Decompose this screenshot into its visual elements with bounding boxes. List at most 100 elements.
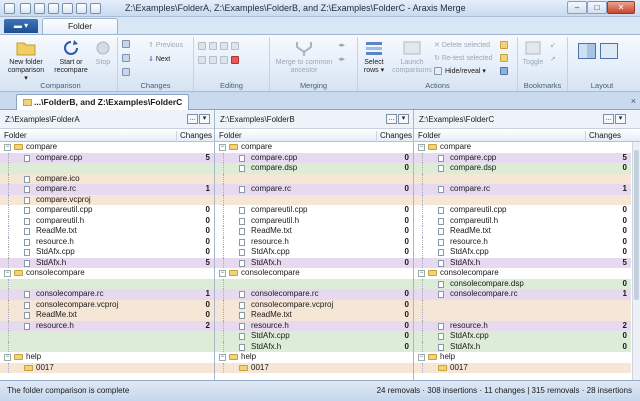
folder-row[interactable]: − compare [215,142,413,153]
changes-column-header[interactable]: Changes [376,131,412,140]
file-row[interactable]: StdAfx.h 5 [414,257,631,268]
file-row[interactable] [414,194,631,205]
path-field[interactable]: Z:\Examples\FolderA [5,115,80,124]
file-row[interactable]: ReadMe.txt 0 [0,310,214,321]
path-dropdown-button[interactable]: ▾ [615,114,626,124]
folder-row[interactable]: − compare [414,142,631,153]
file-row[interactable]: StdAfx.cpp 0 [215,247,413,258]
close-button[interactable]: ✕ [607,1,635,14]
file-row[interactable]: compare.dsp 0 [215,163,413,174]
file-row[interactable]: resource.h 0 [215,320,413,331]
edit-icon[interactable] [198,56,206,64]
folder-column-header[interactable]: Folder [219,131,242,140]
expand-collapse-icon[interactable]: − [4,144,11,151]
file-row[interactable]: compare.ico [0,173,214,184]
changes-column-header[interactable]: Changes [585,131,621,140]
expand-collapse-icon[interactable]: − [418,354,425,361]
file-row[interactable]: resource.h 2 [414,320,631,331]
vertical-scrollbar[interactable] [632,142,640,380]
report-icon[interactable] [500,67,511,75]
file-row[interactable]: compare.rc 0 [215,184,413,195]
merge-to-common-ancestor-button[interactable]: Merge to common ancestor [274,39,334,75]
layout-vertical-icon[interactable] [578,43,596,59]
next-bookmark-icon[interactable]: ↙ [550,41,556,49]
file-row[interactable]: ReadMe.txt 0 [215,226,413,237]
file-row[interactable]: ReadMe.txt 0 [215,310,413,321]
file-row[interactable]: compareutil.cpp 0 [215,205,413,216]
file-row[interactable]: StdAfx.h 0 [414,341,631,352]
file-row[interactable]: compare.dsp 0 [414,163,631,174]
browse-button[interactable]: ... [187,114,198,124]
path-dropdown-button[interactable]: ▾ [398,114,409,124]
folder-row[interactable]: 0017 [0,362,214,373]
file-row[interactable]: resource.h 0 [0,236,214,247]
file-row[interactable] [215,278,413,289]
path-field[interactable]: Z:\Examples\FolderB [220,115,295,124]
app-icon[interactable] [4,3,15,14]
copy-right-icon[interactable] [220,41,228,50]
file-row[interactable]: StdAfx.cpp 0 [414,331,631,342]
document-tab[interactable]: ...\FolderB, and Z:\Examples\FolderC [16,94,190,110]
save-icon[interactable] [48,3,59,14]
prev-bookmark-icon[interactable]: ↗ [550,55,556,63]
file-row[interactable]: compare.cpp 5 [414,152,631,163]
expand-collapse-icon[interactable]: − [219,354,226,361]
file-row[interactable]: StdAfx.h 0 [215,341,413,352]
file-row[interactable]: consolecompare.rc 0 [215,289,413,300]
file-row[interactable]: consolecompare.vcproj 0 [215,299,413,310]
expand-collapse-icon[interactable]: − [219,270,226,277]
file-row[interactable] [414,310,631,321]
hide-reveal-button[interactable]: Hide/reveal ▾ [434,67,486,76]
changes-column-header[interactable]: Changes [176,131,212,140]
tab-folder-comparisons[interactable]: Folder comparisons [42,18,118,46]
browse-button[interactable]: ... [386,114,397,124]
rename-icon[interactable] [209,56,217,64]
paste-icon[interactable] [231,41,239,50]
toggle-bookmark-button[interactable]: Toggle [520,39,546,67]
undo-icon[interactable] [62,3,73,14]
folder-row[interactable]: − help [215,352,413,363]
folder-column-header[interactable]: Folder [418,131,441,140]
launch-comparisons-button[interactable]: Launch comparisons [392,39,432,75]
close-tab-icon[interactable]: × [631,96,636,106]
folder-row[interactable]: − compare [0,142,214,153]
file-row[interactable]: StdAfx.h 0 [215,257,413,268]
file-row[interactable]: compare.cpp 5 [0,152,214,163]
file-row[interactable] [0,278,214,289]
merge-left-icon[interactable]: ◂▸ [338,41,345,49]
sync-icon[interactable] [122,68,133,76]
path-dropdown-button[interactable]: ▾ [199,114,210,124]
folder-row[interactable]: 0017 [414,362,631,373]
browse-button[interactable]: ... [603,114,614,124]
new-icon[interactable] [20,3,31,14]
copy-left-icon[interactable] [209,41,217,50]
minimize-button[interactable]: – [567,1,587,14]
next-button[interactable]: ⇓ Next [148,55,170,63]
redo-icon[interactable] [76,3,87,14]
customize-icon[interactable] [90,3,101,14]
file-row[interactable] [0,341,214,352]
file-row[interactable]: StdAfx.h 5 [0,257,214,268]
folder-row[interactable]: − consolecompare [0,268,214,279]
file-row[interactable]: compareutil.h 0 [215,215,413,226]
filter-icon[interactable] [500,41,511,49]
file-row[interactable]: compareutil.cpp 0 [0,205,214,216]
expand-collapse-icon[interactable]: − [418,144,425,151]
file-row[interactable]: StdAfx.cpp 0 [0,247,214,258]
file-row[interactable] [0,331,214,342]
file-row[interactable] [414,299,631,310]
open-icon[interactable] [34,3,45,14]
copy-icon[interactable] [122,54,133,62]
file-row[interactable]: consolecompare.vcproj 0 [0,299,214,310]
file-row[interactable] [414,173,631,184]
file-row[interactable] [0,163,214,174]
expand-collapse-icon[interactable]: − [4,354,11,361]
file-row[interactable]: compare.cpp 0 [215,152,413,163]
file-row[interactable]: StdAfx.cpp 0 [414,247,631,258]
file-row[interactable]: consolecompare.dsp 0 [414,278,631,289]
file-row[interactable]: ReadMe.txt 0 [0,226,214,237]
delete-selected-button[interactable]: ✕ Delete selected [434,41,490,49]
previous-button[interactable]: ⇑ Previous [148,41,183,49]
new-folder-comparison-button[interactable]: New folder comparison ▾ [6,39,46,83]
folder-row[interactable]: 0017 [215,362,413,373]
